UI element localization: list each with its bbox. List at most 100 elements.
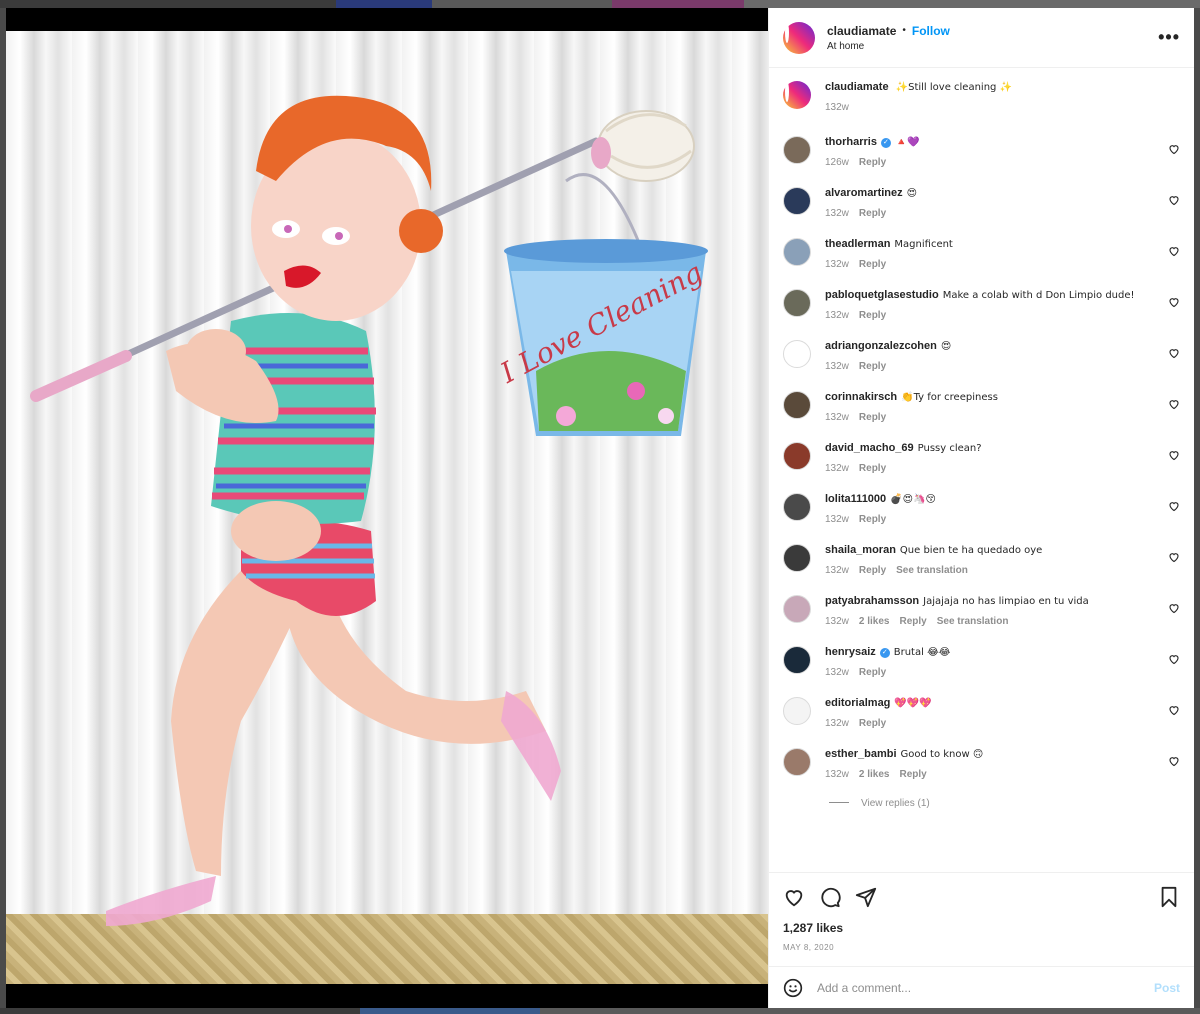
- comment-input[interactable]: [817, 980, 1154, 995]
- comment-like-heart-icon[interactable]: [1168, 449, 1180, 461]
- comment-username[interactable]: patyabrahamsson: [825, 595, 919, 607]
- comment-like-heart-icon[interactable]: [1168, 245, 1180, 257]
- share-paper-plane-icon[interactable]: [855, 886, 877, 908]
- reply-button[interactable]: Reply: [859, 257, 886, 272]
- post-date[interactable]: MAY 8, 2020: [783, 943, 1180, 952]
- comment-item: lolita111000 💣😍🦄😚 132w Reply: [783, 492, 1180, 527]
- more-options-icon[interactable]: •••: [1158, 27, 1180, 48]
- post-image-illustration: I Love Cleaning: [30, 95, 708, 926]
- comment-age[interactable]: 132w: [825, 767, 849, 782]
- emoji-smiley-icon[interactable]: [783, 978, 803, 998]
- comment-like-heart-icon[interactable]: [1168, 143, 1180, 155]
- reply-button[interactable]: Reply: [859, 461, 886, 476]
- commenter-avatar[interactable]: [783, 442, 811, 470]
- comment-username[interactable]: esther_bambi: [825, 748, 897, 760]
- comment-username[interactable]: theadlerman: [825, 238, 890, 250]
- reply-button[interactable]: Reply: [859, 155, 886, 170]
- commenter-avatar[interactable]: [783, 493, 811, 521]
- reply-button[interactable]: Reply: [859, 410, 886, 425]
- verified-badge-icon: ✓: [879, 648, 890, 658]
- reply-button[interactable]: Reply: [900, 767, 927, 782]
- commenter-avatar[interactable]: [783, 646, 811, 674]
- verified-badge-icon: ✓: [880, 138, 891, 148]
- reply-button[interactable]: Reply: [859, 665, 886, 680]
- see-translation-button[interactable]: See translation: [896, 563, 968, 578]
- follow-button[interactable]: Follow: [912, 24, 950, 38]
- post-media[interactable]: I Love Cleaning: [6, 8, 768, 1008]
- comment-like-heart-icon[interactable]: [1168, 755, 1180, 767]
- comment-age[interactable]: 132w: [825, 512, 849, 527]
- comment-age[interactable]: 126w: [825, 155, 849, 170]
- comment-likes[interactable]: 2 likes: [859, 614, 890, 629]
- comment-age[interactable]: 132w: [825, 257, 849, 272]
- background-page-top: [0, 0, 1200, 8]
- comment-username[interactable]: corinnakirsch: [825, 391, 897, 403]
- comment-username[interactable]: thorharris: [825, 136, 877, 148]
- comment-age[interactable]: 132w: [825, 563, 849, 578]
- commenter-avatar[interactable]: [783, 289, 811, 317]
- commenter-avatar[interactable]: [783, 187, 811, 215]
- reply-button[interactable]: Reply: [859, 308, 886, 323]
- comment-text: Magnificent: [894, 239, 953, 250]
- like-heart-icon[interactable]: [783, 886, 805, 908]
- comment-like-heart-icon[interactable]: [1168, 653, 1180, 665]
- comment-age[interactable]: 132w: [825, 206, 849, 221]
- author-username[interactable]: claudiamate: [827, 24, 896, 38]
- comment-age[interactable]: 132w: [825, 614, 849, 629]
- commenter-avatar[interactable]: [783, 136, 811, 164]
- caption-avatar[interactable]: [783, 81, 811, 109]
- separator-dot: •: [902, 25, 906, 36]
- comment-likes[interactable]: 2 likes: [859, 767, 890, 782]
- commenter-avatar[interactable]: [783, 595, 811, 623]
- commenter-avatar[interactable]: [783, 391, 811, 419]
- view-replies-button[interactable]: View replies (1): [783, 798, 1180, 808]
- reply-button[interactable]: Reply: [900, 614, 927, 629]
- post-location[interactable]: At home: [827, 41, 1158, 52]
- comment-item: thorharris ✓ 🔺💜 126w Reply: [783, 135, 1180, 170]
- commenter-avatar[interactable]: [783, 748, 811, 776]
- reply-button[interactable]: Reply: [859, 512, 886, 527]
- comment-username[interactable]: pabloquetglasestudio: [825, 289, 939, 301]
- comment-text: Jajajaja no has limpiao en tu vida: [923, 596, 1089, 607]
- curtain-background: I Love Cleaning: [6, 31, 768, 984]
- comment-like-heart-icon[interactable]: [1168, 194, 1180, 206]
- comment-like-heart-icon[interactable]: [1168, 347, 1180, 359]
- author-avatar[interactable]: [783, 21, 815, 54]
- commenter-avatar[interactable]: [783, 238, 811, 266]
- comment-age[interactable]: 132w: [825, 308, 849, 323]
- caption-username[interactable]: claudiamate: [825, 81, 889, 93]
- comment-username[interactable]: lolita111000: [825, 493, 886, 505]
- comment-username[interactable]: david_macho_69: [825, 442, 914, 454]
- comment-like-heart-icon[interactable]: [1168, 602, 1180, 614]
- commenter-avatar[interactable]: [783, 697, 811, 725]
- comment-age[interactable]: 132w: [825, 410, 849, 425]
- comment-bubble-icon[interactable]: [819, 886, 841, 908]
- comment-username[interactable]: editorialmag: [825, 697, 890, 709]
- reply-button[interactable]: Reply: [859, 563, 886, 578]
- comment-like-heart-icon[interactable]: [1168, 704, 1180, 716]
- save-bookmark-icon[interactable]: [1158, 886, 1180, 908]
- comment-age[interactable]: 132w: [825, 359, 849, 374]
- reply-button[interactable]: Reply: [859, 359, 886, 374]
- comment-like-heart-icon[interactable]: [1168, 398, 1180, 410]
- comment-username[interactable]: shaila_moran: [825, 544, 896, 556]
- comment-age[interactable]: 132w: [825, 716, 849, 731]
- comment-username[interactable]: adriangonzalezcohen: [825, 340, 937, 352]
- post-comment-button[interactable]: Post: [1154, 981, 1180, 995]
- comment-age[interactable]: 132w: [825, 665, 849, 680]
- likes-count[interactable]: 1,287 likes: [783, 921, 1180, 935]
- commenter-avatar[interactable]: [783, 340, 811, 368]
- commenter-avatar[interactable]: [783, 544, 811, 572]
- comment-like-heart-icon[interactable]: [1168, 500, 1180, 512]
- comments-panel: claudiamate • Follow At home ••• claudia…: [768, 8, 1194, 1008]
- comment-age[interactable]: 132w: [825, 461, 849, 476]
- see-translation-button[interactable]: See translation: [937, 614, 1009, 629]
- comment-like-heart-icon[interactable]: [1168, 296, 1180, 308]
- caption-age: 132w: [825, 102, 849, 113]
- comment-username[interactable]: henrysaiz: [825, 646, 876, 658]
- comment-like-heart-icon[interactable]: [1168, 551, 1180, 563]
- comments-list[interactable]: claudiamate ✨Still love cleaning ✨ 132w …: [769, 68, 1194, 872]
- comment-username[interactable]: alvaromartinez: [825, 187, 903, 199]
- reply-button[interactable]: Reply: [859, 716, 886, 731]
- reply-button[interactable]: Reply: [859, 206, 886, 221]
